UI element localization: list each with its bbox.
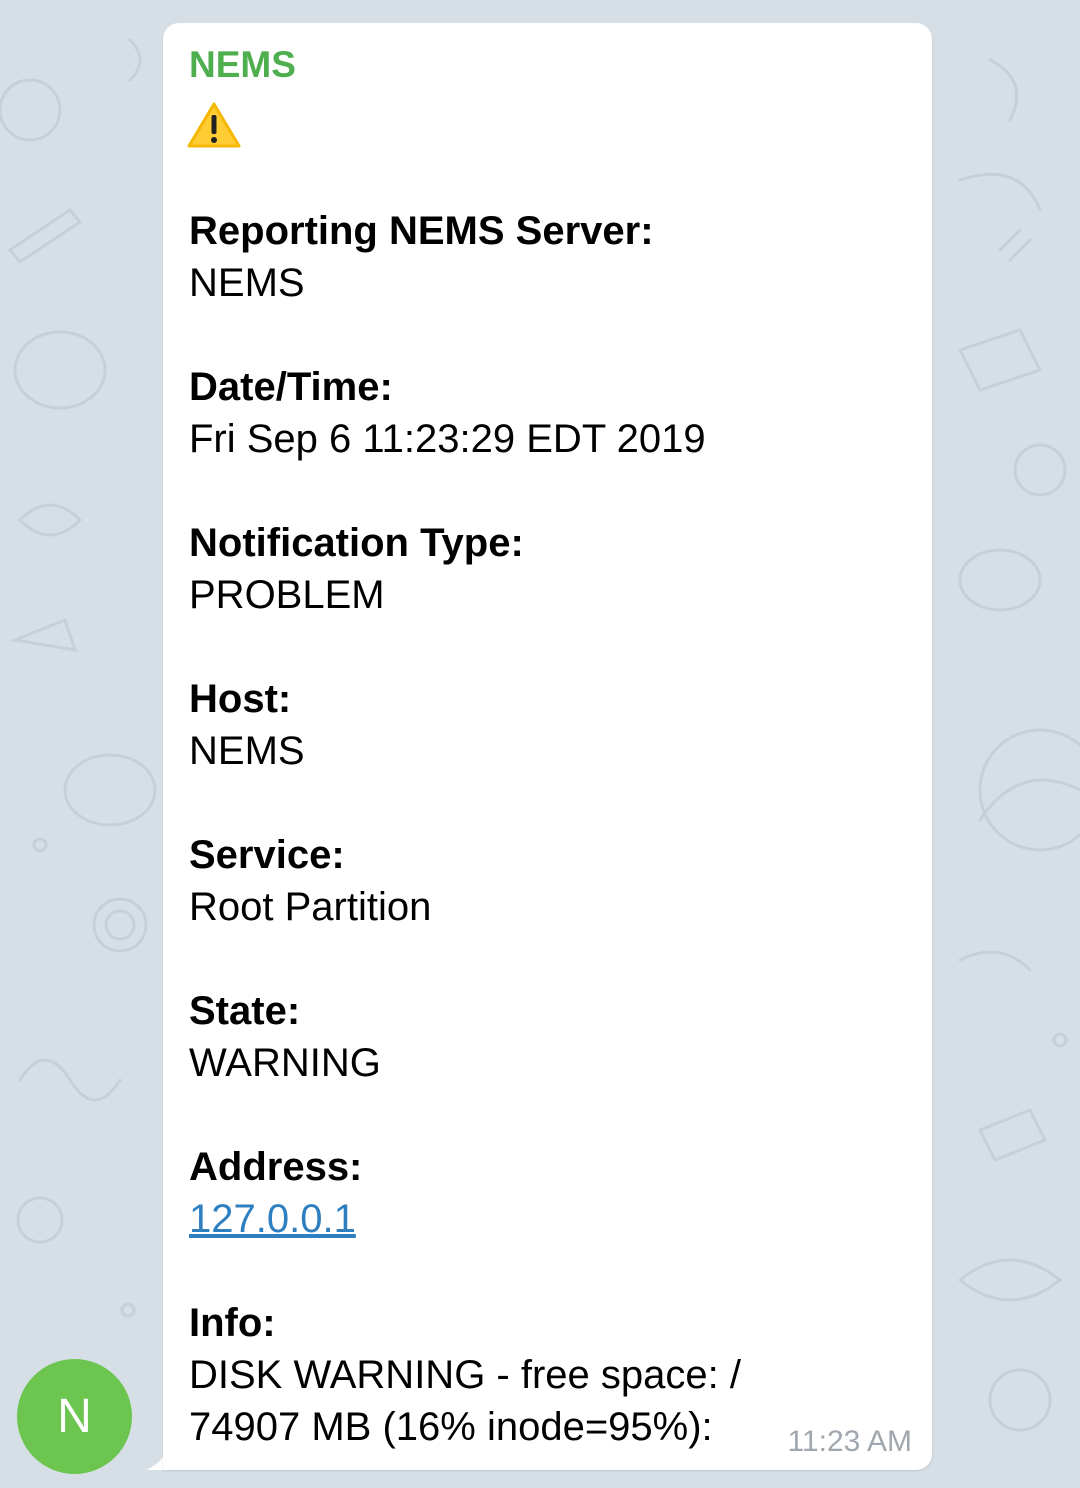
field-service: Service: Root Partition <box>189 829 909 985</box>
field-value-line-1: DISK WARNING - free space: / <box>189 1353 741 1397</box>
field-label: Date/Time: <box>189 365 393 409</box>
field-label: Info: <box>189 1301 276 1345</box>
field-label: Notification Type: <box>189 521 524 565</box>
field-label: Reporting NEMS Server: <box>189 209 654 253</box>
message-bubble[interactable]: NEMS Reporting NEMS Server: NEMS Date/Ti… <box>163 23 932 1470</box>
field-value: WARNING <box>189 1041 381 1085</box>
message-timestamp: 11:23 AM <box>787 1425 912 1458</box>
sender-name[interactable]: NEMS <box>189 43 296 87</box>
field-address: Address: 127.0.0.1 <box>189 1141 909 1297</box>
field-value: NEMS <box>189 261 305 305</box>
field-label: Service: <box>189 833 345 877</box>
field-label: Address: <box>189 1145 363 1189</box>
field-value-container: 127.0.0.1 <box>189 1193 909 1245</box>
warning-sign-icon <box>187 102 241 148</box>
field-label: State: <box>189 989 301 1033</box>
field-label: Host: <box>189 677 292 721</box>
field-value: Root Partition <box>189 885 432 929</box>
field-value: PROBLEM <box>189 573 385 617</box>
field-notification-type: Notification Type: PROBLEM <box>189 517 909 673</box>
field-state: State: WARNING <box>189 985 909 1141</box>
field-host: Host: NEMS <box>189 673 909 829</box>
address-link[interactable]: 127.0.0.1 <box>189 1197 356 1241</box>
field-value: Fri Sep 6 11:23:29 EDT 2019 <box>189 417 706 461</box>
field-date-time: Date/Time: Fri Sep 6 11:23:29 EDT 2019 <box>189 361 909 517</box>
sender-avatar[interactable]: N <box>17 1359 132 1474</box>
field-value: NEMS <box>189 729 305 773</box>
field-reporting-server: Reporting NEMS Server: NEMS <box>189 205 909 361</box>
message-body: Reporting NEMS Server: NEMS Date/Time: F… <box>189 205 909 1453</box>
